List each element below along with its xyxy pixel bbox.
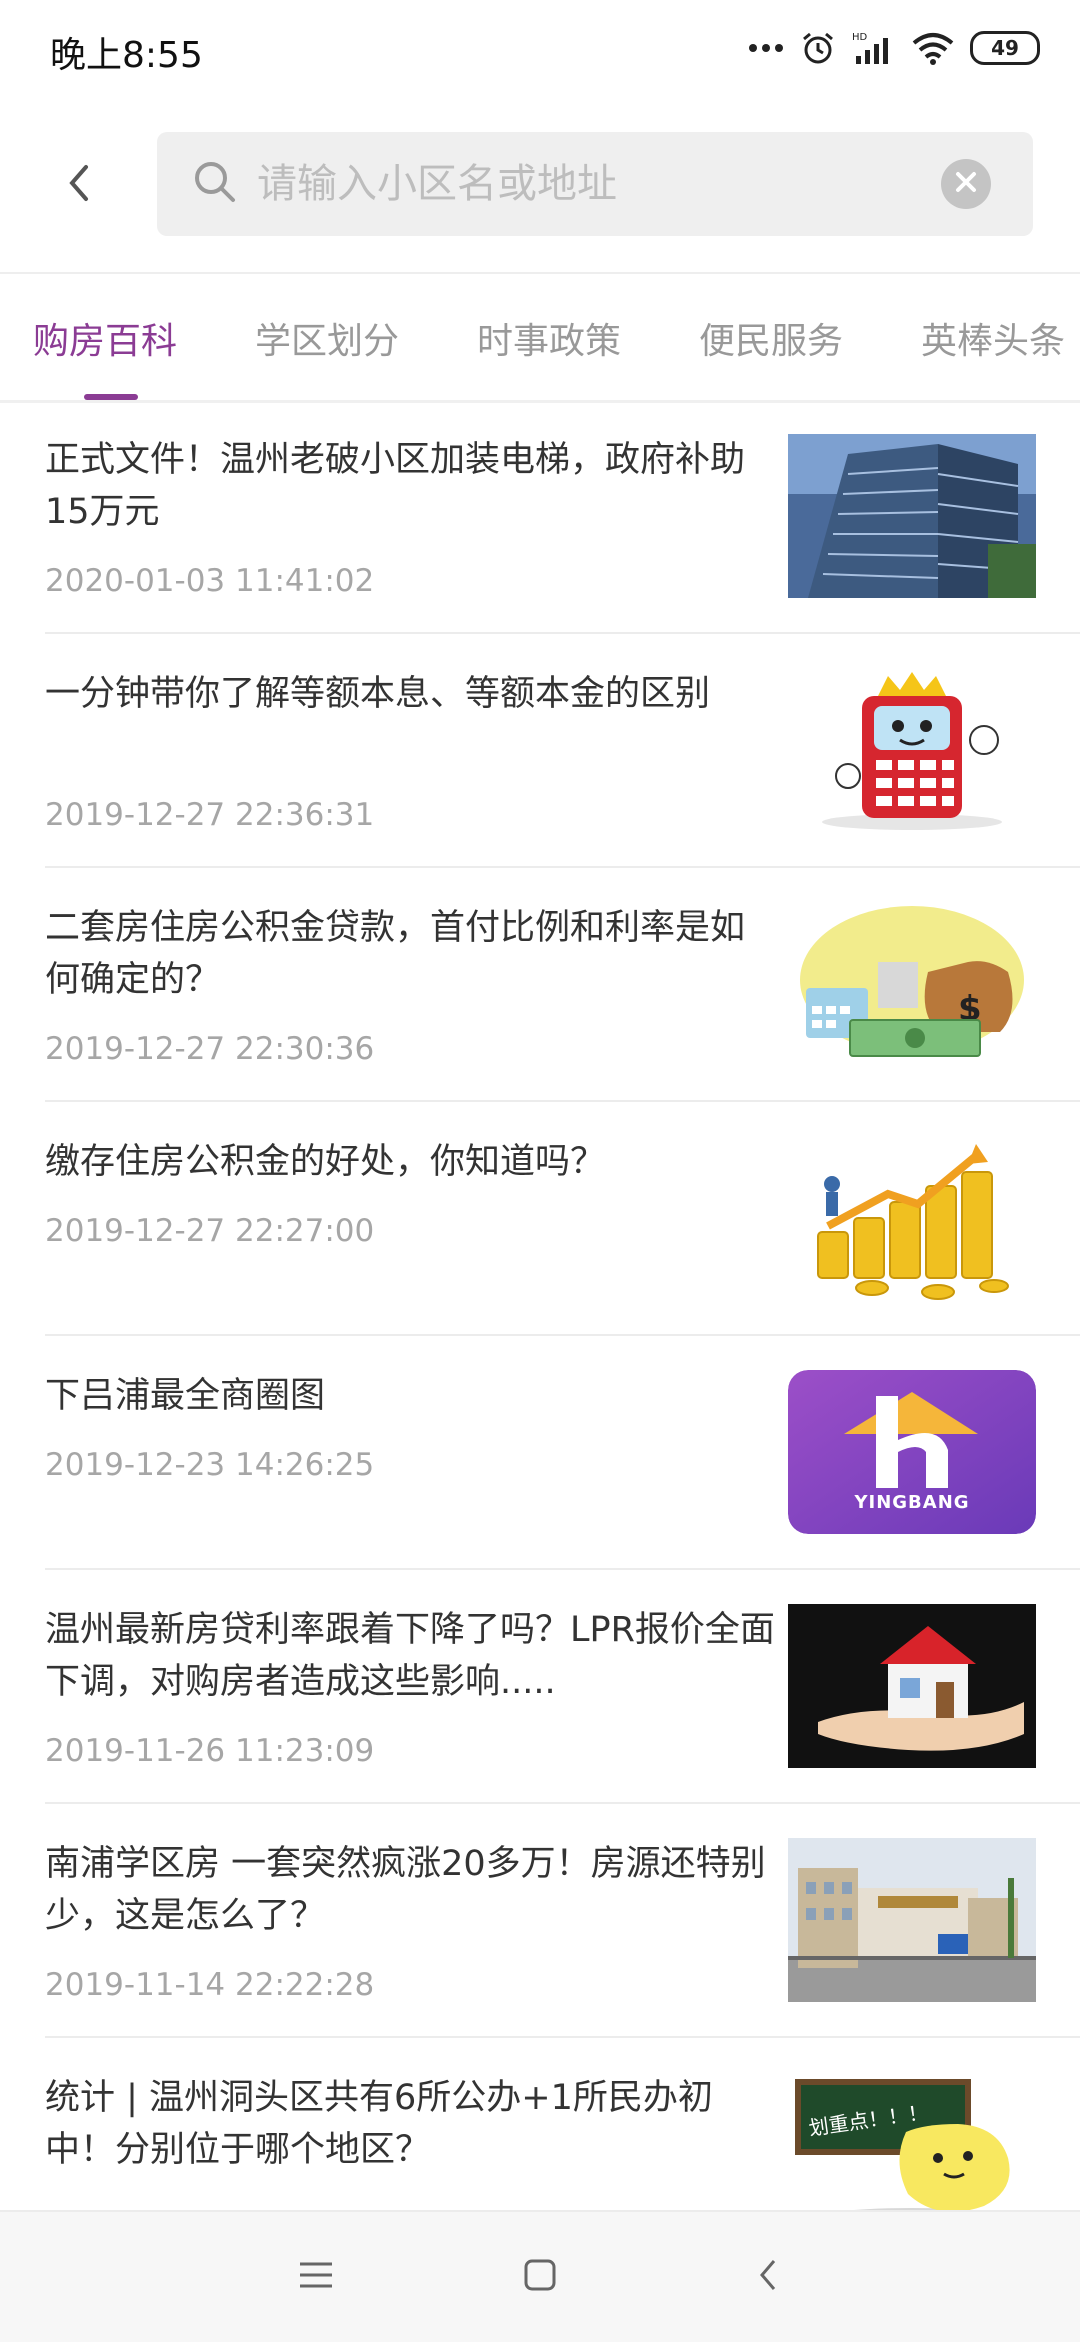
system-back-button[interactable] xyxy=(733,2242,803,2312)
tab-school-district[interactable]: 学区划分 xyxy=(255,312,399,364)
article-title: 一分钟带你了解等额本息、等额本金的区别 xyxy=(45,674,711,714)
tab-buying-wiki[interactable]: 购房百科 xyxy=(33,312,177,364)
search-header xyxy=(0,100,1080,274)
system-nav-bar xyxy=(0,2210,1080,2342)
home-square-icon xyxy=(523,2258,557,2296)
tab-public-services[interactable]: 便民服务 xyxy=(699,312,843,364)
article-item[interactable]: 下吕浦最全商圈图 2019-12-23 14:26:25 YINGBANG xyxy=(0,1336,1080,1570)
article-item[interactable]: 统计 | 温州洞头区共有6所公办+1所民办初中！分别位于哪个地区？ 划重点！！！ xyxy=(0,2038,1080,2210)
svg-text:HD: HD xyxy=(852,32,868,43)
article-date: 2019-12-23 14:26:25 xyxy=(45,1447,375,1483)
battery-level: 49 xyxy=(991,36,1019,60)
article-item[interactable]: 南浦学区房 一套突然疯涨20多万！房源还特别少，这是怎么了？ 2019-11-1… xyxy=(0,1804,1080,2038)
home-button[interactable] xyxy=(505,2242,575,2312)
status-time: 晚上8:55 xyxy=(50,35,203,76)
article-date: 2019-12-27 22:36:31 xyxy=(45,797,375,833)
article-title: 温州最新房贷利率跟着下降了吗？LPR报价全面下调，对购房者造成这些影响..... xyxy=(45,1610,775,1702)
yingbang-logo-text: YINGBANG xyxy=(854,1492,970,1513)
search-input[interactable] xyxy=(257,154,877,214)
article-title: 二套房住房公积金贷款，首付比例和利率是如何确定的？ xyxy=(45,908,746,1000)
article-title: 下吕浦最全商圈图 xyxy=(45,1376,326,1416)
article-item[interactable]: 一分钟带你了解等额本息、等额本金的区别 2019-12-27 22:36:31 xyxy=(0,634,1080,868)
recent-apps-button[interactable] xyxy=(281,2242,351,2312)
more-dots-icon xyxy=(748,42,784,54)
tab-policy-news[interactable]: 时事政策 xyxy=(477,312,621,364)
article-list: 正式文件！温州老破小区加装电梯，政府补助15万元 2020-01-03 11:4… xyxy=(0,400,1080,2210)
signal-icon: HD xyxy=(852,30,896,66)
article-thumbnail xyxy=(788,1136,1036,1300)
article-thumbnail: $ xyxy=(788,902,1036,1066)
article-title: 缴存住房公积金的好处，你知道吗？ xyxy=(45,1142,606,1182)
alarm-icon xyxy=(800,30,836,66)
back-triangle-icon xyxy=(756,2257,780,2297)
article-title: 南浦学区房 一套突然疯涨20多万！房源还特别少，这是怎么了？ xyxy=(45,1844,766,1936)
article-item[interactable]: 正式文件！温州老破小区加装电梯，政府补助15万元 2020-01-03 11:4… xyxy=(0,400,1080,634)
article-title: 统计 | 温州洞头区共有6所公办+1所民办初中！分别位于哪个地区？ xyxy=(45,2078,713,2170)
article-thumbnail xyxy=(788,668,1036,832)
menu-icon xyxy=(298,2260,334,2294)
article-title: 正式文件！温州老破小区加装电梯，政府补助15万元 xyxy=(45,440,746,532)
back-button[interactable] xyxy=(48,150,108,220)
article-thumbnail xyxy=(788,434,1036,598)
search-box[interactable] xyxy=(157,132,1033,236)
tab-yingbang-headlines[interactable]: 英棒头条 xyxy=(921,312,1065,364)
article-item[interactable]: 缴存住房公积金的好处，你知道吗？ 2019-12-27 22:27:00 xyxy=(0,1102,1080,1336)
article-date: 2019-11-14 22:22:28 xyxy=(45,1967,375,2003)
search-icon xyxy=(191,158,239,210)
chevron-left-icon xyxy=(64,161,92,209)
battery-icon: 49 xyxy=(970,31,1040,65)
article-item[interactable]: 温州最新房贷利率跟着下降了吗？LPR报价全面下调，对购房者造成这些影响.....… xyxy=(0,1570,1080,1804)
article-thumbnail xyxy=(788,1838,1036,2002)
category-tabs: 购房百科 学区划分 时事政策 便民服务 英棒头条 xyxy=(0,274,1080,403)
article-thumbnail xyxy=(788,1604,1036,1768)
article-thumbnail: YINGBANG xyxy=(788,1370,1036,1534)
status-bar: 晚上8:55 HD 49 xyxy=(0,0,1080,100)
clear-circle-icon xyxy=(953,169,979,199)
article-date: 2019-12-27 22:30:36 xyxy=(45,1031,375,1067)
article-date: 2019-12-27 22:27:00 xyxy=(45,1213,375,1249)
article-thumbnail: 划重点！！！ xyxy=(788,2072,1036,2210)
status-icons: HD 49 xyxy=(748,24,1040,72)
wifi-icon xyxy=(912,31,954,65)
article-date: 2019-11-26 11:23:09 xyxy=(45,1733,375,1769)
clear-search-button[interactable] xyxy=(941,159,991,209)
article-date: 2020-01-03 11:41:02 xyxy=(45,563,375,599)
article-item[interactable]: 二套房住房公积金贷款，首付比例和利率是如何确定的？ 2019-12-27 22:… xyxy=(0,868,1080,1102)
